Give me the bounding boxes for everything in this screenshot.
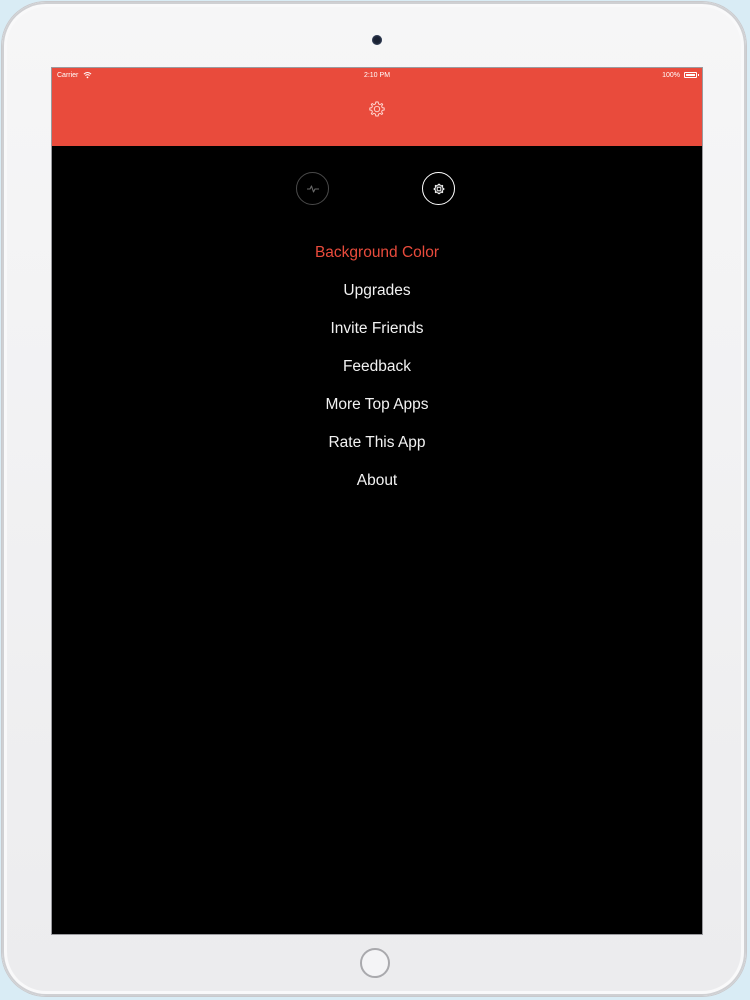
- menu-item-more-top-apps[interactable]: More Top Apps: [52, 386, 702, 424]
- menu-item-about[interactable]: About: [52, 462, 702, 500]
- battery-percentage: 100%: [662, 72, 680, 79]
- home-button[interactable]: [360, 948, 390, 978]
- app-screen: Carrier 2:10 PM 100% Background Color Up…: [52, 68, 702, 934]
- settings-menu: Background Color Upgrades Invite Friends…: [52, 234, 702, 500]
- status-time: 2:10 PM: [363, 72, 391, 79]
- gear-icon: [433, 183, 444, 194]
- menu-item-background-color[interactable]: Background Color: [52, 234, 702, 272]
- settings-toggle-button[interactable]: [422, 172, 455, 205]
- menu-item-upgrades[interactable]: Upgrades: [52, 272, 702, 310]
- tablet-frame: Carrier 2:10 PM 100% Background Color Up…: [2, 2, 746, 996]
- activity-toggle-button[interactable]: [296, 172, 329, 205]
- menu-item-rate-this-app[interactable]: Rate This App: [52, 424, 702, 462]
- menu-item-invite-friends[interactable]: Invite Friends: [52, 310, 702, 348]
- battery-icon: [684, 72, 699, 78]
- activity-icon: [306, 184, 319, 193]
- status-bar: Carrier 2:10 PM 100%: [52, 68, 702, 84]
- menu-item-feedback[interactable]: Feedback: [52, 348, 702, 386]
- front-camera: [372, 35, 382, 45]
- mode-toggle-row: [52, 172, 702, 208]
- app-header: Carrier 2:10 PM 100%: [52, 68, 702, 146]
- gear-icon[interactable]: [368, 100, 386, 118]
